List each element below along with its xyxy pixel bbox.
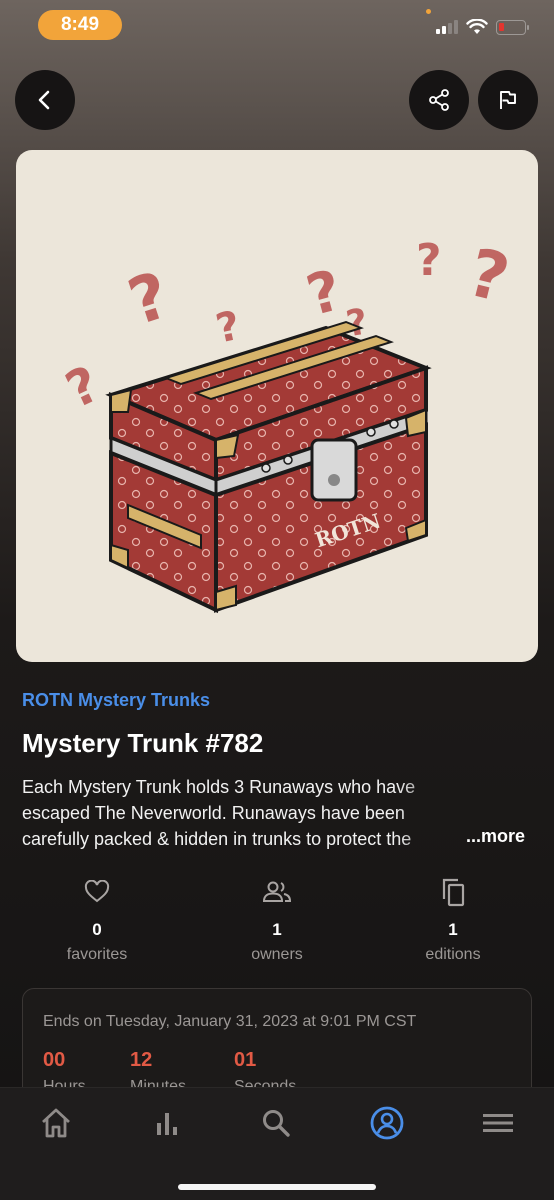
tab-account[interactable]	[362, 1098, 412, 1148]
heart-icon	[84, 880, 110, 903]
search-icon	[263, 1110, 290, 1137]
status-bar: 8:49	[0, 0, 554, 52]
favorites-stat[interactable]: 0 favorites	[22, 874, 172, 964]
tab-stats[interactable]	[142, 1098, 192, 1148]
people-icon	[262, 881, 292, 902]
countdown-minutes-value: 12	[130, 1049, 153, 1071]
svg-text:?: ?	[212, 303, 244, 353]
auction-end-date: Ends on Tuesday, January 31, 2023 at 9:0…	[43, 1013, 417, 1030]
tab-home[interactable]	[31, 1098, 81, 1148]
share-button[interactable]	[409, 70, 469, 130]
svg-text:?: ?	[57, 355, 108, 420]
status-icons	[436, 19, 529, 35]
favorites-label: favorites	[66, 946, 128, 963]
menu-icon	[483, 1114, 513, 1132]
chevron-left-icon	[38, 90, 50, 110]
tab-menu[interactable]	[473, 1098, 523, 1148]
editions-count: 1	[448, 920, 458, 939]
nft-title: Mystery Trunk #782	[22, 728, 264, 758]
collection-link[interactable]: ROTN Mystery Trunks	[22, 690, 210, 711]
wifi-icon	[466, 19, 488, 34]
countdown-hours-value: 00	[43, 1049, 66, 1071]
flag-icon	[500, 91, 516, 109]
status-time: 8:49	[38, 10, 122, 40]
mystery-trunk-illustration: ? ? ? ? ? ? ? ROTN	[57, 234, 517, 614]
svg-text:?: ?	[300, 258, 348, 329]
tab-search[interactable]	[251, 1098, 301, 1148]
owners-stat[interactable]: 1 owners	[202, 874, 352, 964]
battery-icon	[496, 19, 529, 35]
svg-text:?: ?	[461, 234, 517, 318]
svg-text:?: ?	[120, 259, 178, 341]
back-button[interactable]	[15, 70, 75, 130]
countdown-seconds-value: 01	[234, 1049, 257, 1071]
editions-stat[interactable]: 1 editions	[378, 874, 528, 964]
stats-row: 0 favorites 1 owners 1 editions	[0, 874, 554, 974]
svg-text:?: ?	[416, 235, 442, 286]
editions-label: editions	[425, 946, 481, 963]
description-text: Each Mystery Trunk holds 3 Runaways who …	[22, 777, 416, 849]
nft-description: Each Mystery Trunk holds 3 Runaways who …	[22, 774, 542, 852]
home-icon	[42, 1108, 70, 1138]
privacy-indicator-dot	[426, 9, 431, 14]
copy-icon	[442, 878, 465, 907]
favorites-count: 0	[92, 920, 102, 939]
share-icon	[429, 89, 449, 111]
owners-count: 1	[272, 920, 282, 939]
account-icon	[370, 1106, 404, 1140]
read-more-link[interactable]: ...more	[466, 826, 525, 847]
home-indicator	[178, 1184, 376, 1190]
cellular-signal-icon	[436, 20, 458, 34]
report-button[interactable]	[478, 70, 538, 130]
nft-image[interactable]: ? ? ? ? ? ? ? ROTN	[16, 150, 538, 662]
bar-chart-icon	[157, 1113, 177, 1135]
owners-label: owners	[251, 946, 303, 963]
